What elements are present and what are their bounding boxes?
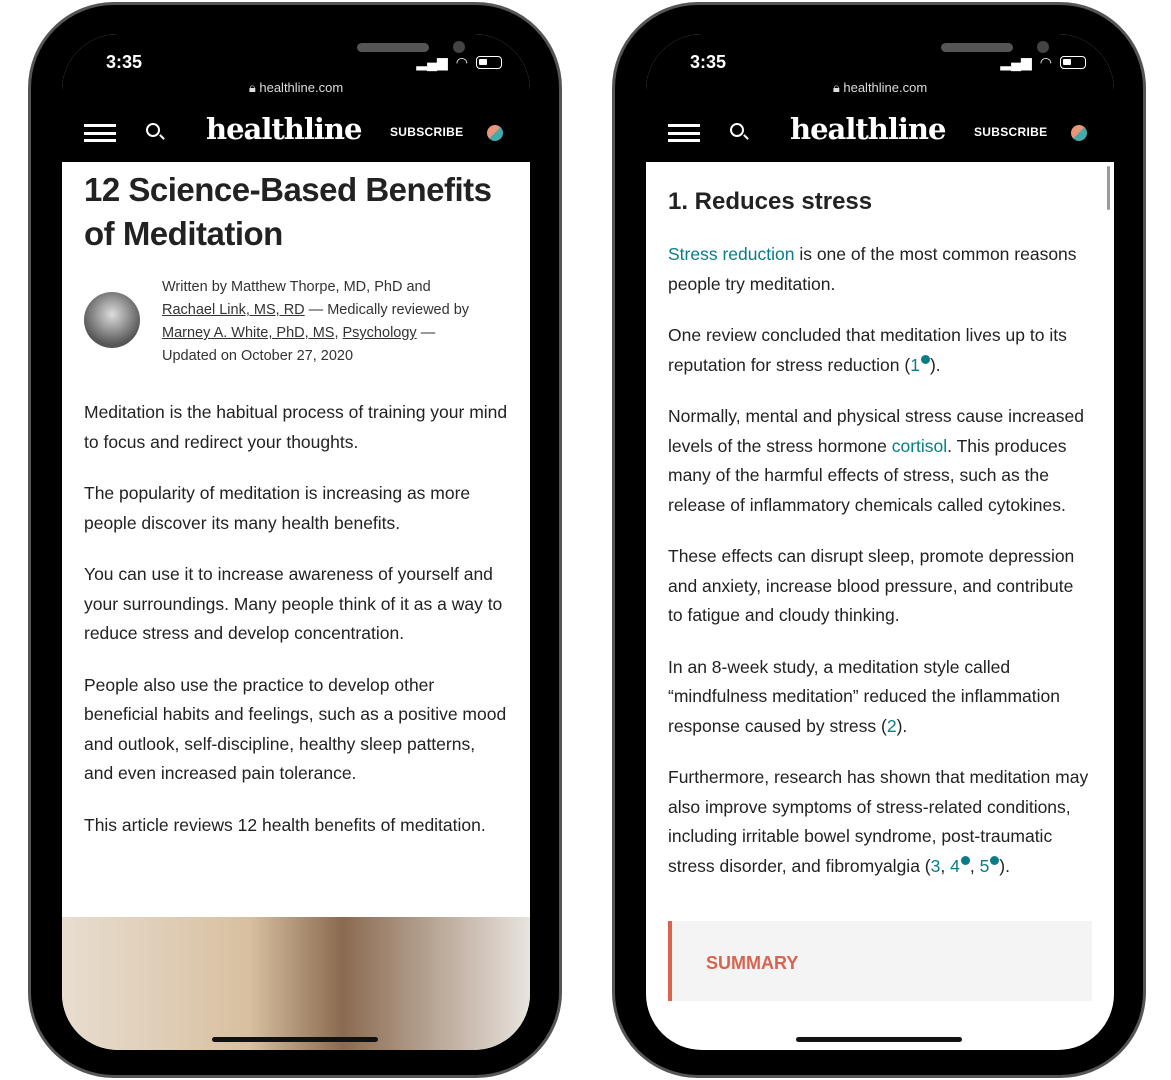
verified-icon [960, 855, 970, 865]
citation-link[interactable]: 5 [980, 856, 990, 876]
status-time: 3:35 [690, 52, 727, 72]
account-icon[interactable] [1071, 125, 1087, 141]
paragraph: The popularity of meditation is increasi… [84, 483, 471, 533]
citation-link[interactable]: 2 [887, 716, 897, 736]
notch [746, 34, 1049, 72]
url-bar[interactable]: 🔒︎ healthline.com [62, 80, 530, 96]
text: One review concluded that meditation liv… [668, 325, 1067, 375]
reviewer-link[interactable]: Marney A. White, PhD, MS [162, 325, 334, 341]
lock-icon: 🔒︎ [248, 80, 256, 95]
byline: Written by Matthew Thorpe, MD, PhD and R… [84, 276, 508, 368]
paragraph: Meditation is the habitual process of tr… [84, 402, 508, 452]
stress-reduction-link[interactable]: Stress reduction [668, 244, 794, 264]
summary-box: SUMMARY [668, 921, 1092, 1001]
citation-link[interactable]: 1 [910, 355, 920, 375]
separator: — [416, 325, 436, 341]
phone-left: 3:35 ▂▄▆ ◠ 🔒︎ healthline.com healthline S… [28, 2, 562, 1078]
url-text: healthline.com [843, 80, 928, 95]
byline-written: Written by Matthew Thorpe, MD, PhD and [162, 279, 431, 295]
camera [1037, 41, 1049, 53]
citation-link[interactable]: 4 [950, 856, 960, 876]
search-icon[interactable] [146, 123, 160, 137]
paragraph: In an 8-week study, a meditation style c… [668, 653, 1092, 742]
url-bar[interactable]: 🔒︎ healthline.com [646, 80, 1114, 96]
notch [162, 34, 465, 72]
paragraph: People also use the practice to develop … [84, 674, 507, 784]
speaker [941, 43, 1013, 52]
account-icon[interactable] [487, 125, 503, 141]
verified-icon [990, 855, 1000, 865]
separator: , [334, 325, 343, 341]
author-avatar [84, 292, 140, 348]
text: , [969, 855, 980, 876]
url-text: healthline.com [259, 80, 344, 95]
section-heading: 1. Reduces stress [668, 188, 873, 215]
camera [453, 41, 465, 53]
battery-icon [476, 56, 502, 69]
phone-right: 3:35 ▂▄▆ ◠ 🔒︎ healthline.com healthline S… [612, 2, 1146, 1078]
speaker [357, 43, 429, 52]
subscribe-button[interactable]: SUBSCRIBE [390, 125, 463, 139]
paragraph: These effects can disrupt sleep, promote… [668, 546, 1075, 625]
site-header: healthline SUBSCRIBE [62, 104, 530, 162]
battery-icon [1060, 56, 1086, 69]
author-link[interactable]: Rachael Link, MS, RD [162, 302, 305, 318]
text: ). [999, 855, 1010, 876]
menu-icon[interactable] [668, 124, 700, 142]
healthline-logo[interactable]: healthline [206, 112, 362, 146]
paragraph: Stress reduction is one of the most comm… [668, 240, 1092, 299]
status-bar: 3:35 ▂▄▆ ◠ 🔒︎ healthline.com [62, 34, 530, 104]
wifi-icon: ◠ [1039, 54, 1052, 70]
status-bar: 3:35 ▂▄▆ ◠ 🔒︎ healthline.com [646, 34, 1114, 104]
screen: 3:35 ▂▄▆ ◠ 🔒︎ healthline.com healthline S… [646, 34, 1114, 1050]
signal-icon: ▂▄▆ [416, 54, 448, 70]
cortisol-link[interactable]: cortisol [892, 436, 947, 456]
text: , [940, 855, 951, 876]
wifi-icon: ◠ [455, 54, 468, 70]
healthline-logo[interactable]: healthline [790, 112, 946, 146]
paragraph: Furthermore, research has shown that med… [668, 763, 1092, 881]
site-header: healthline SUBSCRIBE [646, 104, 1114, 162]
home-indicator[interactable] [212, 1037, 378, 1042]
paragraph: Normally, mental and physical stress cau… [668, 402, 1092, 520]
field-link[interactable]: Psychology [343, 325, 417, 341]
article: 1. Reduces stress Stress reduction is on… [646, 162, 1114, 1050]
summary-label: SUMMARY [706, 953, 799, 973]
citation-link[interactable]: 3 [931, 856, 941, 876]
menu-icon[interactable] [84, 124, 116, 142]
paragraph: This article reviews 12 health benefits … [84, 814, 486, 835]
lock-icon: 🔒︎ [832, 80, 840, 95]
article-title: 12 Science-Based Benefits of Meditation [84, 171, 492, 252]
hero-image [62, 917, 530, 1050]
updated-date: Updated on October 27, 2020 [162, 348, 354, 364]
screen: 3:35 ▂▄▆ ◠ 🔒︎ healthline.com healthline S… [62, 34, 530, 1050]
signal-icon: ▂▄▆ [1000, 54, 1032, 70]
subscribe-button[interactable]: SUBSCRIBE [974, 125, 1047, 139]
text: ). [929, 354, 941, 375]
home-indicator[interactable] [796, 1037, 962, 1042]
verified-icon [920, 354, 930, 364]
text: Furthermore, research has shown that med… [668, 767, 1089, 876]
byline-reviewed: — Medically reviewed by [304, 302, 470, 318]
search-icon[interactable] [730, 123, 744, 137]
text: ). [896, 715, 908, 736]
paragraph: You can use it to increase awareness of … [84, 564, 503, 643]
status-time: 3:35 [106, 52, 143, 72]
paragraph: One review concluded that meditation liv… [668, 321, 1092, 380]
text: In an 8-week study, a meditation style c… [668, 656, 1060, 736]
